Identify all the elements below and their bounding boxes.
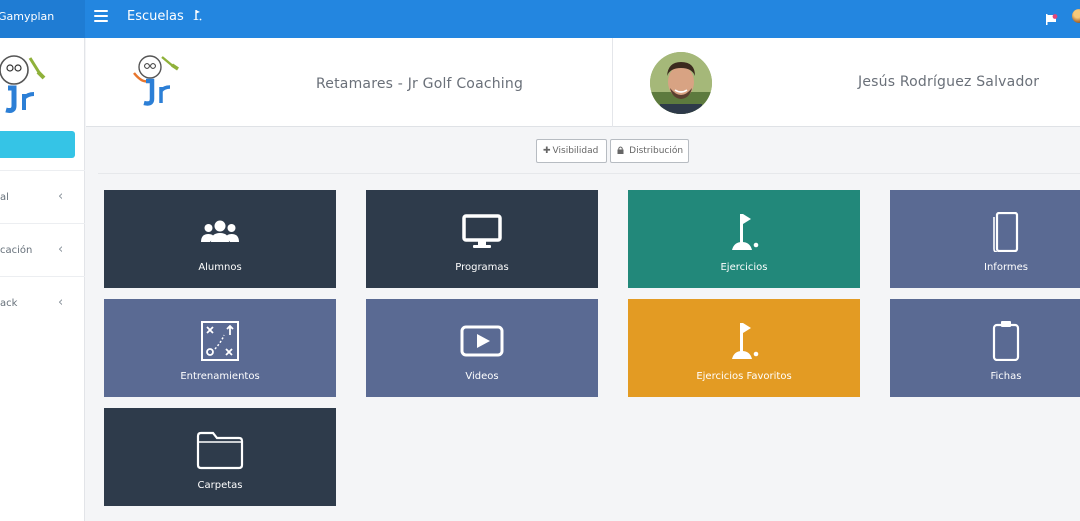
school-logo-icon (128, 53, 188, 109)
logo-icon (0, 52, 48, 114)
tile-label: Ejercicios (720, 262, 768, 273)
tile-entrenamientos[interactable]: Entrenamientos (104, 299, 336, 397)
tablet-icon (982, 211, 1030, 253)
breadcrumb-label: Escuelas (127, 9, 184, 24)
coach-avatar (650, 52, 712, 114)
tile-label: Carpetas (197, 480, 243, 491)
menu-toggle-icon[interactable] (94, 9, 108, 25)
tile-label: Fichas (990, 371, 1022, 382)
coach-name: Jesús Rodríguez Salvador (858, 74, 1040, 90)
top-navbar: Gamyplan Escuelas (0, 0, 1080, 38)
tile-label: Programas (455, 262, 509, 273)
golf-flag-icon (192, 9, 202, 21)
breadcrumb: Escuelas (127, 9, 202, 24)
chevron-left-icon: ‹ (58, 242, 64, 257)
folder-icon (196, 430, 244, 470)
tile-fichas[interactable]: Fichas (890, 299, 1080, 397)
distribution-button-label: Distribución (629, 146, 684, 156)
notifications-flag-icon[interactable] (1046, 10, 1058, 25)
school-name: Retamares - Jr Golf Coaching (316, 76, 524, 92)
tile-label: Informes (984, 262, 1028, 273)
sidebar: al ‹ cación ‹ ack ‹ (0, 38, 85, 521)
chevron-left-icon: ‹ (58, 189, 64, 204)
sidebar-item-label: al (0, 192, 9, 203)
divider (98, 173, 1080, 174)
play-icon (458, 321, 506, 361)
distribution-button[interactable]: Distribución (610, 139, 689, 163)
school-header: Retamares - Jr Golf Coaching Jesús Rodrí… (86, 38, 1080, 127)
golf-flag-icon (720, 321, 768, 361)
golf-flag-icon (720, 212, 768, 252)
brand-name: Gamyplan (0, 10, 55, 23)
tile-label: Entrenamientos (180, 371, 260, 382)
users-icon (196, 212, 244, 252)
monitor-icon (458, 212, 506, 252)
tile-videos[interactable]: Videos (366, 299, 598, 397)
tile-alumnos[interactable]: Alumnos (104, 190, 336, 288)
header-divider (612, 38, 613, 127)
sidebar-item-general[interactable]: al ‹ (0, 170, 85, 222)
sidebar-item-planificacion[interactable]: cación ‹ (0, 223, 85, 275)
tile-ejercicios[interactable]: Ejercicios (628, 190, 860, 288)
chevron-left-icon: ‹ (58, 295, 64, 310)
sidebar-primary-button[interactable] (0, 131, 75, 158)
user-avatar-icon[interactable] (1072, 9, 1080, 23)
tile-informes[interactable]: Informes (890, 190, 1080, 288)
tile-carpetas[interactable]: Carpetas (104, 408, 336, 506)
tactics-board-icon (196, 321, 244, 361)
tile-label: Videos (465, 371, 499, 382)
tile-ejercicios-favoritos[interactable]: Ejercicios Favoritos (628, 299, 860, 397)
lock-icon (617, 146, 627, 156)
sidebar-item-feedback[interactable]: ack ‹ (0, 276, 85, 328)
sidebar-item-label: ack (0, 298, 18, 309)
tile-label: Ejercicios Favoritos (696, 371, 792, 382)
brand[interactable]: Gamyplan (0, 0, 85, 38)
plus-icon: ✚ (543, 146, 551, 156)
visibility-button-label: Visibilidad (552, 146, 599, 156)
visibility-button[interactable]: ✚ Visibilidad (536, 139, 607, 163)
tile-label: Alumnos (198, 262, 242, 273)
tile-programas[interactable]: Programas (366, 190, 598, 288)
clipboard-icon (982, 321, 1030, 362)
sidebar-item-label: cación (0, 245, 33, 256)
